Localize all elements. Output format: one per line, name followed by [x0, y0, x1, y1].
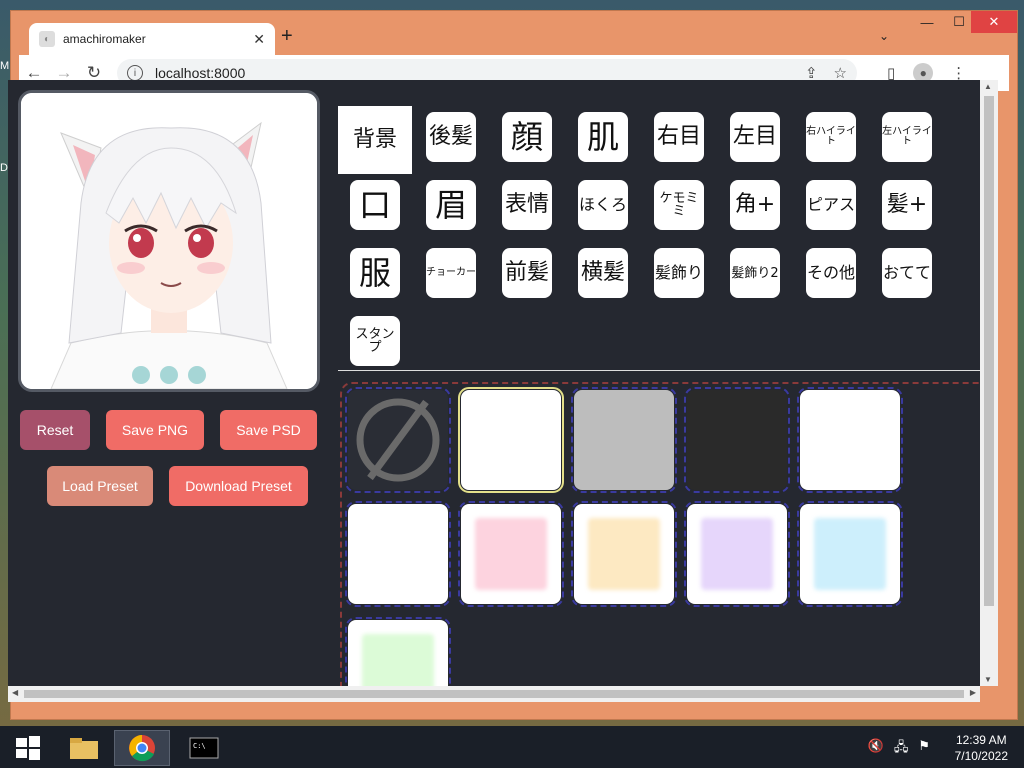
tab-search-chevron-icon[interactable]: ⌄ [879, 29, 889, 43]
tab-strip: ◐ amachiromaker ✕ + ⌄ — ☐ ✕ [11, 11, 1017, 55]
info-icon[interactable]: i [127, 65, 143, 81]
svg-text:C:\: C:\ [193, 742, 206, 750]
clock-time: 12:39 AM [955, 733, 1007, 747]
chrome-taskbar-button[interactable] [114, 730, 170, 766]
scroll-up-icon[interactable]: ▲ [984, 82, 992, 91]
swatch-color [475, 518, 547, 590]
category-button[interactable]: 右目 [654, 112, 704, 162]
url-text: localhost:8000 [155, 65, 246, 81]
clock-date: 7/10/2022 [954, 749, 1008, 763]
category-button[interactable]: 口 [350, 180, 400, 230]
item-none[interactable] [345, 387, 451, 493]
minimize-button[interactable]: — [911, 11, 943, 33]
color-swatch-item[interactable] [458, 387, 564, 493]
category-button[interactable]: 左目 [730, 112, 780, 162]
category-button[interactable]: 顔 [502, 112, 552, 162]
browser-tab[interactable]: ◐ amachiromaker ✕ [29, 23, 275, 55]
scrollbar-thumb[interactable] [984, 96, 994, 606]
save-png-button[interactable]: Save PNG [106, 410, 204, 450]
category-button[interactable]: 表情 [502, 180, 552, 230]
none-icon [356, 398, 440, 482]
color-swatch-item[interactable] [458, 501, 564, 607]
vertical-scrollbar[interactable]: ▲ ▼ [980, 80, 998, 686]
category-button[interactable]: 髪飾り2 [730, 248, 780, 298]
folder-icon [70, 738, 98, 759]
start-button[interactable] [0, 730, 56, 766]
chrome-icon [129, 735, 155, 762]
color-swatch-item[interactable] [684, 501, 790, 607]
category-button[interactable]: ケモミミ [654, 180, 704, 230]
scroll-right-icon[interactable]: ▶ [970, 688, 976, 697]
color-swatch-item[interactable] [345, 617, 451, 686]
close-window-button[interactable]: ✕ [971, 11, 1017, 33]
volume-muted-icon[interactable]: 🔇 [868, 738, 884, 760]
category-button[interactable]: 髪飾り [654, 248, 704, 298]
color-swatch-item[interactable] [797, 501, 903, 607]
scrollbar-thumb[interactable] [24, 690, 964, 698]
network-icon[interactable]: 🖧 [894, 738, 909, 760]
system-clock[interactable]: 12:39 AM 7/10/2022 [955, 732, 1008, 764]
load-preset-button[interactable]: Load Preset [47, 466, 153, 506]
file-explorer-button[interactable] [56, 730, 112, 766]
category-button[interactable]: 横髪 [578, 248, 628, 298]
color-swatch-item[interactable] [797, 387, 903, 493]
category-button[interactable]: チョーカー [426, 248, 476, 298]
category-button[interactable]: 髪+ [882, 180, 932, 230]
category-button[interactable]: 眉 [426, 180, 476, 230]
category-button[interactable]: 服 [350, 248, 400, 298]
favicon-icon: ◐ [39, 31, 55, 47]
divider [338, 370, 980, 371]
character-illustration [21, 93, 317, 389]
character-preview [18, 90, 320, 392]
desktop-letter: M [0, 60, 10, 72]
swatch-color [814, 518, 886, 590]
close-tab-icon[interactable]: ✕ [253, 31, 265, 48]
save-psd-button[interactable]: Save PSD [220, 410, 317, 450]
swatch-color [588, 518, 660, 590]
terminal-icon: C:\ [189, 737, 219, 759]
category-button[interactable]: ほくろ [578, 180, 628, 230]
windows-logo-icon [16, 736, 40, 760]
category-button[interactable]: スタンプ [350, 316, 400, 366]
category-button[interactable]: ピアス [806, 180, 856, 230]
swatch-color [362, 634, 434, 686]
download-preset-button[interactable]: Download Preset [169, 466, 308, 506]
tab-title: amachiromaker [63, 32, 146, 46]
color-swatch-item[interactable] [684, 387, 790, 493]
page-content: Reset Save PNG Save PSD Load Preset Down… [8, 80, 980, 686]
horizontal-scrollbar[interactable]: ◀ ▶ [8, 686, 980, 702]
category-button[interactable]: 前髪 [502, 248, 552, 298]
color-swatch-item[interactable] [571, 387, 677, 493]
category-button[interactable]: 角+ [730, 180, 780, 230]
action-center-icon[interactable]: ⚑ [918, 738, 930, 760]
category-button[interactable]: おてて [882, 248, 932, 298]
system-tray: 🔇 🖧 ⚑ [868, 738, 930, 760]
category-button[interactable]: 右ハイライト [806, 112, 856, 162]
new-tab-button[interactable]: + [281, 25, 293, 48]
category-button[interactable]: その他 [806, 248, 856, 298]
category-button[interactable]: 肌 [578, 112, 628, 162]
category-button[interactable]: 後髪 [426, 112, 476, 162]
color-swatch-item[interactable] [345, 501, 451, 607]
category-button[interactable]: 左ハイライト [882, 112, 932, 162]
category-button[interactable]: 背景 [338, 106, 412, 174]
taskbar: C:\ 🔇 🖧 ⚑ 12:39 AM 7/10/2022 [0, 726, 1024, 768]
swatch-color [701, 518, 773, 590]
color-swatch-item[interactable] [571, 501, 677, 607]
terminal-taskbar-button[interactable]: C:\ [176, 730, 232, 766]
scroll-down-icon[interactable]: ▼ [984, 675, 992, 684]
scroll-left-icon[interactable]: ◀ [12, 688, 18, 697]
reset-button[interactable]: Reset [20, 410, 90, 450]
